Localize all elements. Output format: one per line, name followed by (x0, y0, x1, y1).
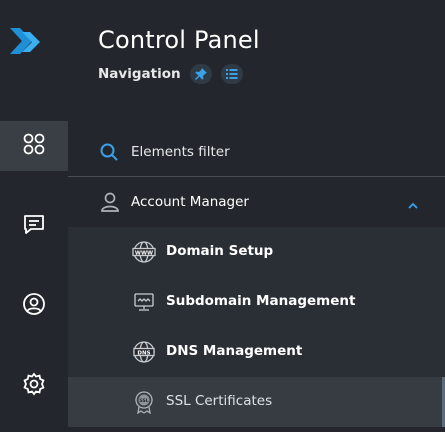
menu-item-ssl-certificates[interactable]: SSL SSL Certificates (68, 377, 445, 427)
pin-icon (194, 65, 207, 84)
panel-subtitle: Navigation (98, 66, 181, 82)
rail-apps-button[interactable] (0, 121, 68, 171)
search-icon (100, 143, 118, 161)
menu-item-label: Subdomain Management (166, 293, 356, 309)
menu-item-domain-setup[interactable]: WWW Domain Setup (68, 227, 445, 277)
www-globe-icon: WWW (132, 241, 156, 263)
settings-icon (22, 372, 46, 400)
menu-item-dns-management[interactable]: DNS DNS Management (68, 327, 445, 377)
page-title: Control Panel (98, 26, 260, 54)
navigation-panel: Control Panel Navigation Elements filter… (68, 0, 445, 432)
ssl-badge-icon: SSL (132, 391, 156, 414)
chat-icon (22, 212, 46, 240)
rail-chat-button[interactable] (0, 201, 68, 251)
user-icon (101, 192, 119, 212)
menu-item-label: SSL Certificates (166, 393, 273, 409)
user-circle-icon (22, 292, 46, 320)
dns-globe-icon: DNS (132, 341, 156, 363)
monitor-icon (132, 291, 156, 313)
pin-button[interactable] (189, 64, 212, 84)
list-view-button[interactable] (220, 64, 243, 84)
list-icon (225, 65, 238, 84)
filter-placeholder: Elements filter (131, 143, 230, 160)
panel-header: Control Panel Navigation (98, 26, 260, 84)
elements-filter[interactable]: Elements filter (68, 127, 445, 177)
chevron-up-icon[interactable] (407, 196, 419, 215)
menu-item-subdomain-management[interactable]: Subdomain Management (68, 277, 445, 327)
svg-text:DNS: DNS (137, 350, 150, 356)
rail-settings-button[interactable] (0, 361, 68, 411)
sidebar-rail (0, 0, 68, 432)
svg-text:WWW: WWW (135, 250, 153, 256)
app-logo[interactable] (8, 22, 48, 62)
menu-item-label: DNS Management (166, 343, 303, 359)
rail-profile-button[interactable] (0, 281, 68, 331)
menu-item-label: Domain Setup (166, 243, 274, 259)
svg-text:SSL: SSL (139, 398, 148, 404)
menu-group-account-manager[interactable]: Account Manager (68, 177, 445, 227)
apps-icon (22, 132, 46, 160)
menu-group-label: Account Manager (131, 194, 249, 210)
